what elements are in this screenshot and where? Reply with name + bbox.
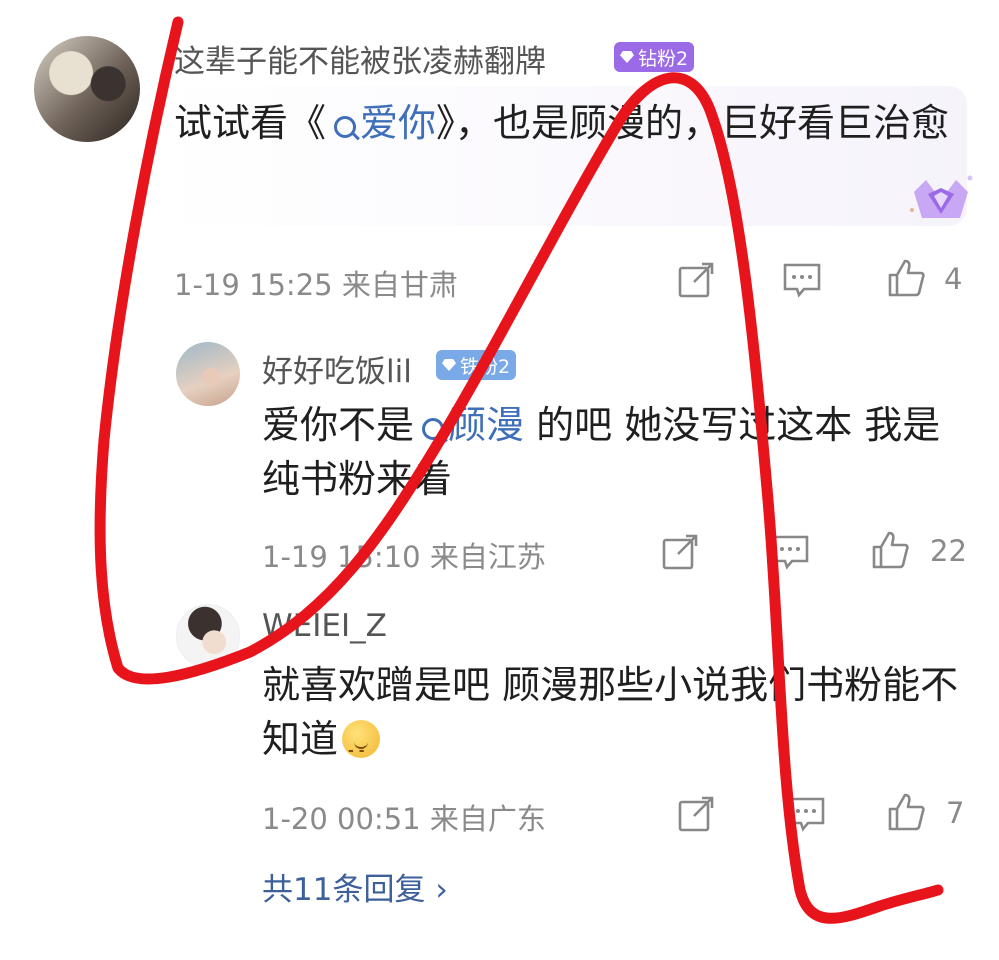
diamond-icon	[442, 359, 456, 371]
search-icon	[334, 116, 357, 138]
commenter-username[interactable]: 这辈子能不能被张凌赫翻牌	[174, 36, 546, 81]
like-count: 7	[946, 796, 965, 830]
fan-level-badge[interactable]: 钻粉2	[614, 42, 695, 72]
search-link[interactable]: 顾漫	[414, 403, 524, 447]
chevron-right-icon: ›	[435, 872, 448, 908]
reply-meta: 1-20 00:51 来自广东	[262, 802, 546, 836]
diamond-crown-icon	[910, 175, 973, 218]
share-icon[interactable]	[676, 794, 716, 834]
diamond-icon	[620, 51, 634, 63]
reply-icon[interactable]	[782, 260, 822, 300]
reply-icon[interactable]	[786, 794, 826, 834]
commenter-avatar[interactable]	[34, 36, 140, 142]
comment-text: 试试看《 爱你》，也是顾漫的，巨好看巨治愈	[174, 101, 950, 145]
reply-username[interactable]: 好好吃饭lil	[262, 346, 412, 391]
fan-level-label: 钻粉2	[638, 47, 689, 70]
like-icon[interactable]	[870, 530, 910, 570]
reply-icon[interactable]	[770, 532, 810, 572]
reply-text: 爱你不是 顾漫 的吧 她没写过这本 我是纯书粉来着	[262, 403, 941, 501]
reply-meta: 1-19 15:10 来自江苏	[262, 540, 546, 574]
like-count: 22	[930, 534, 967, 568]
like-icon[interactable]	[886, 258, 926, 298]
reply-avatar[interactable]	[176, 342, 240, 406]
reply-avatar[interactable]	[176, 604, 240, 668]
fan-level-badge[interactable]: 铁粉2	[436, 350, 517, 380]
reply-username[interactable]: WEIEI_Z	[262, 608, 387, 644]
share-icon[interactable]	[660, 532, 700, 572]
search-link[interactable]: 爱你	[326, 101, 436, 145]
comment-meta: 1-19 15:25 来自甘肃	[174, 268, 458, 302]
like-count: 4	[944, 262, 963, 296]
like-icon[interactable]	[886, 792, 926, 832]
fan-level-label: 铁粉2	[460, 355, 511, 378]
search-icon	[422, 418, 445, 440]
sleepy-face-emoji-icon	[342, 720, 381, 778]
view-more-replies-link[interactable]: 共11条回复 ›	[262, 864, 448, 909]
share-icon[interactable]	[676, 260, 716, 300]
reply-text: 就喜欢蹭是吧 顾漫那些小说我们书粉能不知道	[262, 658, 962, 778]
